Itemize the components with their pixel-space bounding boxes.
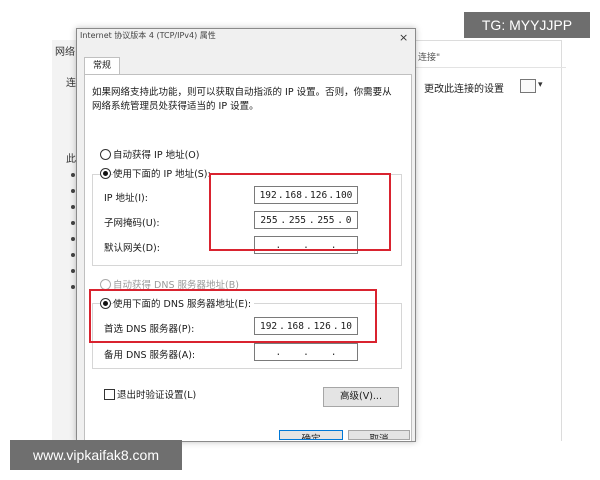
address-bar[interactable]: 连接" bbox=[412, 49, 566, 68]
strip-item-marker bbox=[71, 189, 75, 193]
network-window-title: 网络 bbox=[55, 47, 75, 58]
manual-ip-label: 使用下面的 IP 地址(S): bbox=[113, 166, 214, 180]
highlight-box-dns bbox=[89, 289, 377, 343]
highlight-box-ip bbox=[209, 173, 391, 251]
chevron-down-icon[interactable]: ▾ bbox=[538, 80, 543, 90]
manual-ip-radio[interactable] bbox=[100, 168, 111, 179]
cancel-button[interactable]: 取消 bbox=[348, 430, 410, 440]
alternate-dns-label: 备用 DNS 服务器(A): bbox=[104, 350, 196, 361]
validate-on-exit-checkbox[interactable] bbox=[104, 389, 115, 400]
strip-item-marker bbox=[71, 285, 75, 289]
default-gateway-label: 默认网关(D): bbox=[104, 243, 160, 254]
strip-item-marker bbox=[71, 237, 75, 241]
strip-text-connect: 连 bbox=[66, 78, 76, 89]
view-options-icon[interactable] bbox=[520, 79, 536, 93]
strip-item-marker bbox=[71, 221, 75, 225]
subnet-mask-label: 子网掩码(U): bbox=[104, 218, 160, 229]
dialog-title: Internet 协议版本 4 (TCP/IPv4) 属性 bbox=[80, 31, 216, 40]
strip-item-marker bbox=[71, 269, 75, 273]
strip-item-marker bbox=[71, 173, 75, 177]
strip-item-marker bbox=[71, 205, 75, 209]
strip-item-marker bbox=[71, 253, 75, 257]
tab-general[interactable]: 常规 bbox=[84, 57, 120, 75]
auto-ip-label: 自动获得 IP 地址(O) bbox=[113, 150, 200, 161]
alternate-dns-field[interactable]: ... bbox=[254, 343, 358, 361]
advanced-button[interactable]: 高级(V)... bbox=[323, 387, 399, 407]
watermark-url: www.vipkaifak8.com bbox=[10, 440, 182, 470]
ip-address-label: IP 地址(I): bbox=[104, 193, 148, 204]
strip-text-this: 此 bbox=[66, 154, 76, 165]
change-connection-settings-link[interactable]: 更改此连接的设置 bbox=[424, 80, 504, 95]
ip-settings-description: 如果网络支持此功能，则可以获取自动指派的 IP 设置。否则，你需要从网络系统管理… bbox=[92, 87, 392, 112]
ok-button[interactable]: 确定 bbox=[279, 430, 343, 440]
auto-ip-radio[interactable] bbox=[100, 149, 111, 160]
close-icon[interactable]: × bbox=[399, 31, 408, 44]
validate-on-exit-label: 退出时验证设置(L) bbox=[117, 390, 197, 401]
watermark-tg: TG: MYYJJPP bbox=[464, 12, 590, 38]
